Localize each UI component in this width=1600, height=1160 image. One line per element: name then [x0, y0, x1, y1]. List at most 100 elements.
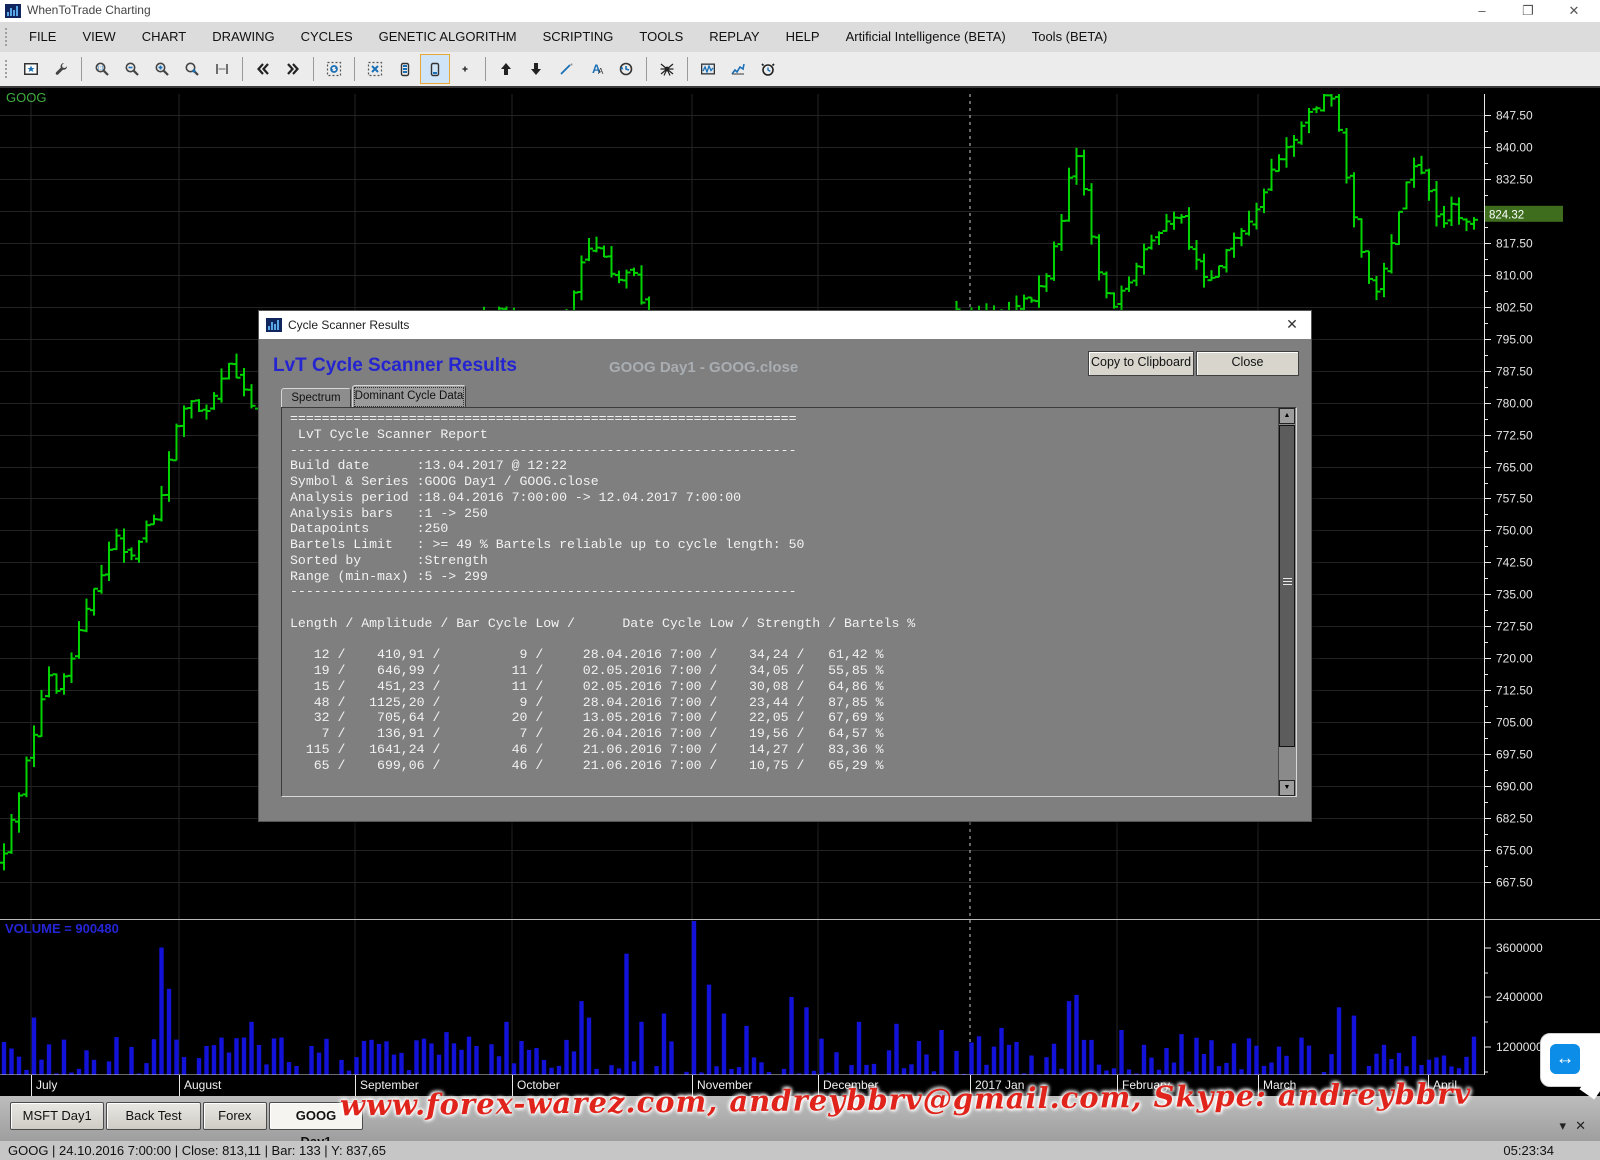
chart-tab-msft-day1[interactable]: MSFT Day1: [10, 1102, 104, 1130]
app-window: WhenToTrade Charting – ❐ ✕ FILEVIEWCHART…: [0, 0, 1600, 1160]
app-logo-icon: [5, 3, 21, 19]
selection-refresh-icon[interactable]: [320, 55, 348, 83]
menu-cycles[interactable]: CYCLES: [288, 22, 366, 52]
menu-genetic-algorithm[interactable]: GENETIC ALGORITHM: [366, 22, 530, 52]
menu-chart[interactable]: CHART: [129, 22, 200, 52]
battery-empty-icon[interactable]: [421, 55, 449, 83]
dialog-close-icon[interactable]: ✕: [1283, 316, 1301, 333]
menu-drawing[interactable]: DRAWING: [199, 22, 287, 52]
menu-view[interactable]: VIEW: [69, 22, 128, 52]
selection-clear-icon[interactable]: [361, 55, 389, 83]
price-tick-label: 697.50: [1496, 748, 1533, 762]
zoom-in-icon[interactable]: [148, 55, 176, 83]
chart-tab-forex[interactable]: Forex: [203, 1102, 267, 1130]
status-clock-text: 05:23:34: [1503, 1143, 1554, 1158]
dialog-heading: LvT Cycle Scanner Results: [273, 355, 517, 377]
arrow-down-icon[interactable]: [522, 55, 550, 83]
report-text: ========================================…: [290, 411, 915, 773]
chart-panel-icon[interactable]: [17, 55, 45, 83]
dialog-title-bar[interactable]: Cycle Scanner Results ✕: [259, 311, 1311, 339]
volume-value-label: VOLUME = 900480: [5, 921, 119, 936]
price-tick-label: 817.50: [1496, 237, 1533, 251]
tab-overflow-close-icon[interactable]: ✕: [1575, 1118, 1586, 1134]
chart-tab-back-test[interactable]: Back Test: [106, 1102, 200, 1130]
font-icon[interactable]: AA: [582, 55, 610, 83]
svg-text:824.32: 824.32: [1489, 209, 1524, 221]
price-tick-label: 690.00: [1496, 780, 1533, 794]
toolbar: 1:1 AA: [0, 52, 1600, 88]
trend-chart-icon[interactable]: [724, 55, 752, 83]
svg-text:A: A: [598, 67, 604, 76]
menu-items: FILEVIEWCHARTDRAWINGCYCLESGENETIC ALGORI…: [16, 22, 1120, 52]
scroll-down-icon[interactable]: ▼: [1279, 780, 1295, 796]
wrench-icon[interactable]: [47, 55, 75, 83]
status-quote-text: GOOG | 24.10.2016 7:00:00 | Close: 813,1…: [8, 1143, 386, 1158]
price-tick-label: 765.00: [1496, 461, 1533, 475]
price-tick-label: 795.00: [1496, 333, 1533, 347]
price-tick-label: 840.00: [1496, 141, 1533, 155]
arrow-up-icon[interactable]: [492, 55, 520, 83]
volume-tick-label: 3600000: [1496, 941, 1543, 955]
menu-bar: FILEVIEWCHARTDRAWINGCYCLESGENETIC ALGORI…: [0, 22, 1600, 52]
toolbar-drag-handle-icon[interactable]: [4, 59, 9, 79]
menu-replay[interactable]: REPLAY: [696, 22, 772, 52]
svg-text:1:1: 1:1: [97, 66, 105, 72]
toolbar-separator: [242, 57, 243, 81]
report-scrollbar[interactable]: ▲ ▼: [1278, 408, 1296, 796]
menu-drag-handle-icon[interactable]: [4, 27, 9, 47]
price-tick-label: 750.00: [1496, 524, 1533, 538]
scrollbar-thumb[interactable]: [1279, 425, 1295, 747]
month-label: July: [36, 1078, 57, 1092]
pen-icon[interactable]: [552, 55, 580, 83]
spider-icon[interactable]: [653, 55, 681, 83]
volume-tick-label: 1200000: [1496, 1040, 1543, 1054]
menu-file[interactable]: FILE: [16, 22, 69, 52]
month-tick: [179, 1075, 180, 1096]
price-tick-label: 675.00: [1496, 844, 1533, 858]
battery-full-icon[interactable]: [391, 55, 419, 83]
price-tick-label: 810.00: [1496, 269, 1533, 283]
menu-tools-beta-[interactable]: Tools (BETA): [1019, 22, 1121, 52]
price-tick-label: 712.50: [1496, 684, 1533, 698]
scroll-right-icon[interactable]: [279, 55, 307, 83]
toolbar-separator: [313, 57, 314, 81]
zoom-original-icon[interactable]: 1:1: [88, 55, 116, 83]
scroll-up-icon[interactable]: ▲: [1279, 408, 1295, 424]
menu-scripting[interactable]: SCRIPTING: [530, 22, 627, 52]
remote-control-popup[interactable]: ↔: [1540, 1033, 1600, 1087]
search-icon[interactable]: [178, 55, 206, 83]
report-text-area[interactable]: ========================================…: [281, 407, 1297, 797]
price-tick-label: 667.50: [1496, 876, 1533, 890]
price-tick-label: 832.50: [1496, 173, 1533, 187]
scrollbar-grip-icon: [1283, 578, 1292, 587]
symbol-label: GOOG: [6, 90, 46, 105]
dialog-close-button[interactable]: Close: [1196, 351, 1299, 376]
zoom-out-icon[interactable]: [118, 55, 146, 83]
price-tick-label: 720.00: [1496, 652, 1533, 666]
minimize-button[interactable]: –: [1465, 0, 1499, 22]
menu-help[interactable]: HELP: [773, 22, 833, 52]
copy-to-clipboard-button[interactable]: Copy to Clipboard: [1088, 351, 1194, 376]
price-tick-label: 757.50: [1496, 492, 1533, 506]
scroll-left-icon[interactable]: [249, 55, 277, 83]
tab-dominant-cycle-data[interactable]: Dominant Cycle Data: [352, 385, 466, 409]
toolbar-separator: [485, 57, 486, 81]
tab-spectrum-plot[interactable]: Spectrum Plot: [281, 388, 351, 409]
restore-button[interactable]: ❐: [1511, 0, 1545, 22]
tab-overflow-down-icon[interactable]: ▾: [1559, 1118, 1566, 1134]
price-tick-label: 780.00: [1496, 397, 1533, 411]
bar-spacing-icon[interactable]: [208, 55, 236, 83]
history-icon[interactable]: [612, 55, 640, 83]
menu-artificial-intelligence-beta-[interactable]: Artificial Intelligence (BETA): [833, 22, 1019, 52]
alarm-clock-icon[interactable]: [754, 55, 782, 83]
price-tick-label: 735.00: [1496, 588, 1533, 602]
plus-icon[interactable]: [451, 55, 479, 83]
close-button[interactable]: ✕: [1557, 0, 1591, 22]
price-tick-label: 727.50: [1496, 620, 1533, 634]
menu-tools[interactable]: TOOLS: [626, 22, 696, 52]
cycle-scanner-dialog: Cycle Scanner Results ✕ LvT Cycle Scanne…: [258, 310, 1312, 822]
wave-panel-icon[interactable]: [694, 55, 722, 83]
price-tick-label: 742.50: [1496, 556, 1533, 570]
dialog-logo-icon: [266, 317, 282, 333]
month-label: August: [184, 1078, 221, 1092]
